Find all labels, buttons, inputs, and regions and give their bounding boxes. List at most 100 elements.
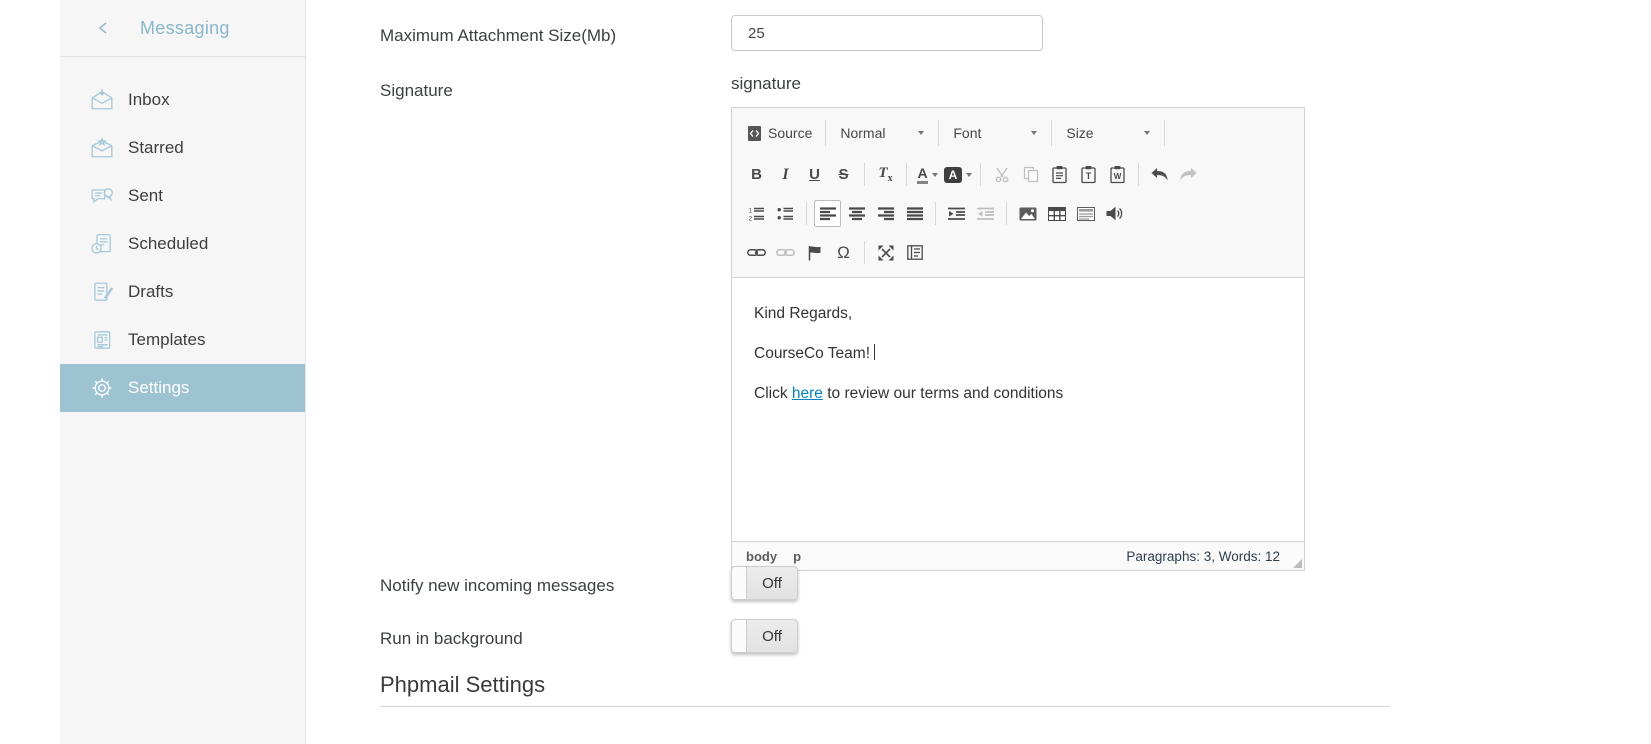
insert-table-button[interactable] bbox=[1043, 200, 1070, 227]
terms-link[interactable]: here bbox=[792, 385, 823, 402]
paste-button[interactable] bbox=[1046, 161, 1073, 188]
strikethrough-button[interactable]: S bbox=[830, 161, 857, 188]
signature-editor: Source Normal Font Size B I U S Tx A A T… bbox=[731, 107, 1305, 571]
font-dropdown-value: Font bbox=[953, 125, 982, 141]
editor-status-bar: body p Paragraphs: 3, Words: 12 bbox=[732, 541, 1304, 570]
sidebar-item-inbox[interactable]: Inbox bbox=[60, 76, 305, 124]
justify-icon bbox=[906, 206, 923, 220]
sidebar-item-templates[interactable]: Templates bbox=[60, 316, 305, 364]
paste-plain-text-button[interactable]: T bbox=[1075, 161, 1102, 188]
section-divider bbox=[380, 706, 1390, 707]
notify-messages-toggle[interactable]: Off bbox=[731, 566, 798, 600]
toolbar-separator bbox=[906, 163, 907, 186]
element-path-p[interactable]: p bbox=[793, 549, 801, 564]
cut-button[interactable] bbox=[988, 161, 1015, 188]
insert-link-button[interactable] bbox=[743, 239, 770, 266]
toolbar-separator bbox=[864, 241, 865, 264]
insert-div-button[interactable] bbox=[1072, 200, 1099, 227]
image-icon bbox=[1019, 207, 1036, 220]
redo-button[interactable] bbox=[1175, 161, 1202, 188]
element-path-body[interactable]: body bbox=[746, 549, 777, 564]
source-button[interactable]: Source bbox=[742, 125, 817, 142]
editor-content-area[interactable]: Kind Regards, CourseCo Team! Click here … bbox=[732, 278, 1304, 541]
toolbar-row-4: Ω bbox=[742, 233, 1294, 272]
show-blocks-button[interactable] bbox=[901, 239, 928, 266]
special-character-button[interactable]: Ω bbox=[830, 239, 857, 266]
svg-text:2: 2 bbox=[749, 216, 753, 222]
resize-handle[interactable] bbox=[1293, 559, 1302, 568]
remove-format-button[interactable]: Tx bbox=[872, 161, 899, 188]
settings-gear-icon bbox=[90, 376, 114, 400]
run-background-label: Run in background bbox=[380, 629, 523, 648]
toggle-state-label: Off bbox=[762, 574, 782, 592]
signature-paragraph: Kind Regards, bbox=[754, 305, 853, 322]
starred-envelope-icon bbox=[90, 136, 114, 160]
copy-button[interactable] bbox=[1017, 161, 1044, 188]
sidebar-item-label: Sent bbox=[128, 186, 163, 205]
chevron-down-icon bbox=[931, 172, 938, 177]
toolbar-separator bbox=[1138, 163, 1139, 186]
back-chevron-icon[interactable] bbox=[96, 20, 112, 36]
justify-button[interactable] bbox=[901, 200, 928, 227]
notify-messages-label: Notify new incoming messages bbox=[380, 576, 615, 595]
bulleted-list-button[interactable] bbox=[772, 200, 799, 227]
align-right-button[interactable] bbox=[872, 200, 899, 227]
decrease-indent-button[interactable] bbox=[972, 200, 999, 227]
sidebar-item-label: Templates bbox=[128, 330, 206, 349]
scissors-icon bbox=[995, 167, 1008, 182]
sidebar-item-drafts[interactable]: Drafts bbox=[60, 268, 305, 316]
signature-field-label: signature bbox=[731, 74, 801, 93]
maximize-button[interactable] bbox=[872, 239, 899, 266]
toolbar-separator bbox=[1164, 120, 1166, 146]
sidebar-item-label: Scheduled bbox=[128, 234, 209, 253]
align-left-button[interactable] bbox=[814, 200, 841, 227]
link-chain-icon bbox=[747, 249, 766, 256]
paste-from-word-button[interactable]: W bbox=[1104, 161, 1131, 188]
toolbar-separator bbox=[935, 202, 936, 225]
numbered-list-icon: 1 2 bbox=[749, 208, 764, 222]
italic-button[interactable]: I bbox=[772, 161, 799, 188]
background-color-button[interactable]: A bbox=[943, 161, 973, 188]
sidebar-item-starred[interactable]: Starred bbox=[60, 124, 305, 172]
run-background-toggle[interactable]: Off bbox=[731, 619, 798, 653]
sidebar-item-sent[interactable]: Sent bbox=[60, 172, 305, 220]
bold-button[interactable]: B bbox=[743, 161, 770, 188]
increase-indent-button[interactable] bbox=[943, 200, 970, 227]
text-color-button[interactable]: A bbox=[914, 161, 941, 188]
insert-audio-button[interactable] bbox=[1101, 200, 1128, 227]
undo-button[interactable] bbox=[1146, 161, 1173, 188]
chevron-down-icon bbox=[1144, 131, 1151, 135]
increase-indent-icon bbox=[948, 207, 965, 220]
toggle-state-label: Off bbox=[762, 627, 782, 645]
underline-button[interactable]: U bbox=[801, 161, 828, 188]
chevron-down-icon bbox=[966, 172, 972, 177]
toolbar-separator bbox=[825, 120, 827, 146]
size-dropdown[interactable]: Size bbox=[1060, 125, 1156, 141]
sidebar-item-label: Inbox bbox=[128, 90, 170, 109]
anchor-flag-button[interactable] bbox=[801, 239, 828, 266]
sidebar-item-scheduled[interactable]: Scheduled bbox=[60, 220, 305, 268]
table-icon bbox=[1047, 206, 1066, 221]
unlink-chain-icon bbox=[776, 249, 795, 256]
numbered-list-button[interactable]: 1 2 bbox=[743, 200, 770, 227]
word-count: Paragraphs: 3, Words: 12 bbox=[1126, 548, 1280, 564]
sidebar-item-settings[interactable]: Settings bbox=[60, 364, 305, 412]
font-dropdown[interactable]: Font bbox=[947, 125, 1043, 141]
align-center-icon bbox=[848, 206, 865, 220]
format-dropdown-value: Normal bbox=[840, 125, 886, 141]
align-center-button[interactable] bbox=[843, 200, 870, 227]
clipboard-word-icon: W bbox=[1110, 166, 1125, 184]
source-button-label: Source bbox=[768, 125, 813, 141]
signature-label: Signature bbox=[380, 81, 453, 100]
signature-paragraph: Click here to review our terms and condi… bbox=[754, 385, 1064, 402]
sidebar-item-label: Settings bbox=[128, 378, 190, 397]
insert-image-button[interactable] bbox=[1014, 200, 1041, 227]
sidebar-item-label: Drafts bbox=[128, 282, 174, 301]
toolbar-separator bbox=[806, 202, 807, 225]
max-attachment-input[interactable] bbox=[731, 15, 1043, 51]
show-blocks-icon bbox=[906, 245, 923, 260]
paragraph-format-dropdown[interactable]: Normal bbox=[834, 125, 930, 141]
sidebar-header: Messaging bbox=[60, 0, 305, 57]
svg-text:W: W bbox=[1114, 172, 1122, 181]
remove-link-button[interactable] bbox=[772, 239, 799, 266]
